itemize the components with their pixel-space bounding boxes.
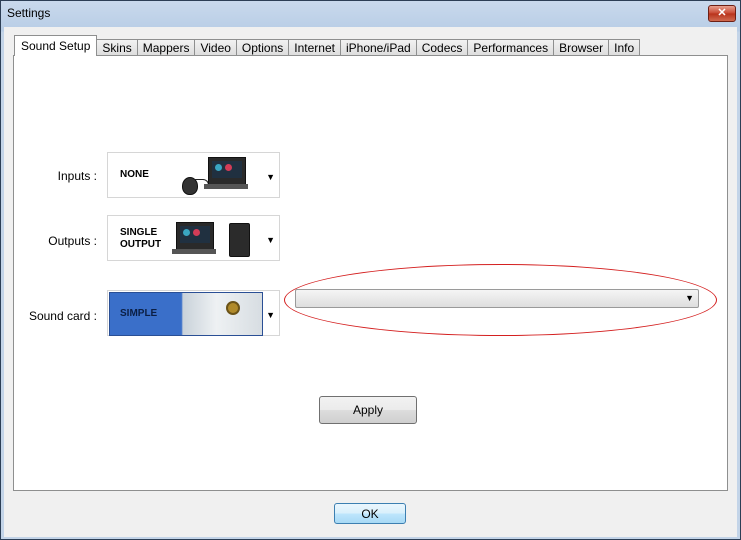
tab-mappers[interactable]: Mappers — [136, 39, 196, 56]
outputs-select[interactable]: SINGLE OUTPUT ▼ — [107, 215, 280, 261]
tab-video[interactable]: Video — [194, 39, 237, 56]
outputs-label: Outputs : — [48, 234, 97, 248]
chevron-down-icon: ▼ — [266, 310, 275, 320]
tab-performances[interactable]: Performances — [467, 39, 555, 56]
laptop-base — [172, 249, 216, 254]
outputs-value-line2: OUTPUT — [120, 239, 162, 250]
laptop-icon — [176, 222, 214, 250]
tab-options[interactable]: Options — [235, 39, 290, 56]
title-bar[interactable]: Settings ✕ — [1, 1, 740, 27]
outputs-value-line1: SINGLE — [120, 227, 158, 238]
close-button[interactable]: ✕ — [708, 5, 736, 22]
settings-window: Settings ✕ Sound Setup Skins Mappers Vid… — [0, 0, 741, 540]
tab-codecs[interactable]: Codecs — [415, 39, 469, 56]
laptop-icon — [208, 157, 246, 185]
sound-setup-panel — [13, 55, 728, 491]
tab-iphone-ipad[interactable]: iPhone/iPad — [339, 39, 417, 56]
tab-skins[interactable]: Skins — [96, 39, 138, 56]
chevron-down-icon: ▼ — [266, 172, 275, 182]
sound-card-select[interactable]: SIMPLE ▼ — [107, 290, 280, 336]
sound-card-label: Sound card : — [28, 309, 97, 323]
chevron-down-icon: ▼ — [266, 235, 275, 245]
speaker-icon — [229, 223, 250, 257]
apply-button[interactable]: Apply — [319, 396, 417, 424]
window-title: Settings — [7, 6, 51, 20]
tab-browser[interactable]: Browser — [553, 39, 610, 56]
inputs-label: Inputs : — [57, 169, 97, 183]
inputs-select[interactable]: NONE ▼ — [107, 152, 280, 198]
dialog-body: Sound Setup Skins Mappers Video Options … — [4, 27, 737, 537]
laptop-base — [204, 184, 248, 189]
tab-info[interactable]: Info — [608, 39, 641, 56]
chevron-down-icon: ▼ — [685, 293, 694, 303]
sound-device-dropdown[interactable]: ▼ — [295, 289, 699, 308]
close-icon: ✕ — [717, 7, 727, 19]
tab-internet[interactable]: Internet — [288, 39, 341, 56]
tab-sound-setup[interactable]: Sound Setup — [14, 35, 98, 56]
tab-strip: Sound Setup Skins Mappers Video Options … — [14, 35, 641, 56]
ok-button[interactable]: OK — [334, 503, 406, 524]
sound-card-value: SIMPLE — [120, 308, 158, 319]
inputs-value: NONE — [120, 169, 149, 180]
audio-jack-icon — [226, 301, 240, 315]
